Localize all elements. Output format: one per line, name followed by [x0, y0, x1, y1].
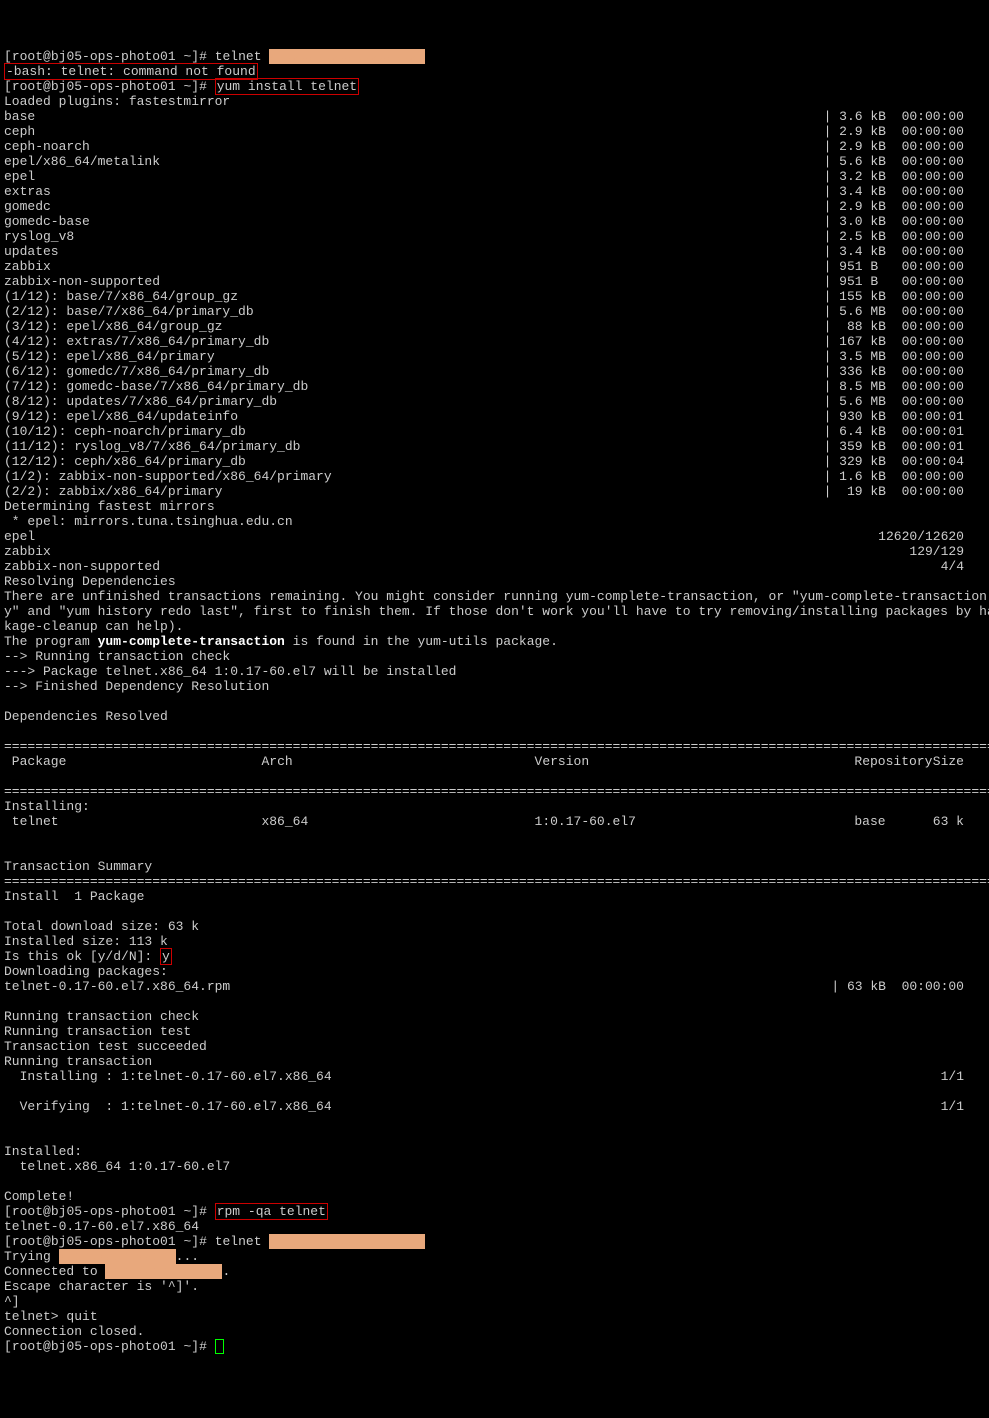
resolving: Resolving Dependencies	[4, 574, 176, 589]
redacted-host: xxxxxxxxxxxxxxxxxxxx	[269, 49, 425, 64]
pkg-line: ---> Package telnet.x86_64 1:0.17-60.el7…	[4, 664, 456, 679]
installing-row: Installing : 1:telnet-0.17-60.el7.x86_64…	[4, 1069, 964, 1084]
table-header: Package Arch Version RepositorySize	[4, 754, 964, 769]
installing-hdr: Installing:	[4, 799, 90, 814]
tx-summary: Transaction Summary	[4, 859, 152, 874]
repo-row: (11/12): ryslog_v8/7/x86_64/primary_db| …	[4, 439, 964, 454]
prompt: [root@bj05-ops-photo01 ~]#	[4, 1339, 215, 1354]
finished-dep: --> Finished Dependency Resolution	[4, 679, 269, 694]
repo-row: zabbix-non-supported| 951 B 00:00:00	[4, 274, 964, 289]
repo-row: (1/2): zabbix-non-supported/x86_64/prima…	[4, 469, 964, 484]
repo-row: (12/12): ceph/x86_64/primary_db| 329 kB …	[4, 454, 964, 469]
repo-row: (5/12): epel/x86_64/primary| 3.5 MB 00:0…	[4, 349, 964, 364]
repo-row: (7/12): gomedc-base/7/x86_64/primary_db|…	[4, 379, 964, 394]
installed-size: Installed size: 113 k	[4, 934, 168, 949]
total-dl: Total download size: 63 k	[4, 919, 199, 934]
repo-row: base| 3.6 kB 00:00:00	[4, 109, 964, 124]
rpm-out: telnet-0.17-60.el7.x86_64	[4, 1219, 199, 1234]
prompt: [root@bj05-ops-photo01 ~]#	[4, 1204, 215, 1219]
count-row: zabbix-non-supported4/4	[4, 559, 964, 574]
dep-resolved: Dependencies Resolved	[4, 709, 168, 724]
test-succ: Transaction test succeeded	[4, 1039, 207, 1054]
telnet-prompt: telnet>	[4, 1309, 66, 1324]
separator: ========================================…	[4, 874, 989, 889]
run-tx: Running transaction	[4, 1054, 152, 1069]
connected: Connected to	[4, 1264, 105, 1279]
cmd-telnet-1: telnet	[215, 49, 262, 64]
unfinished-tx: There are unfinished transactions remain…	[4, 589, 989, 634]
prompt: [root@bj05-ops-photo01 ~]#	[4, 79, 215, 94]
trying: Trying	[4, 1249, 59, 1264]
repo-row: updates| 3.4 kB 00:00:00	[4, 244, 964, 259]
escape: Escape character is '^]'.	[4, 1279, 199, 1294]
repo-row: ryslog_v8| 2.5 kB 00:00:00	[4, 229, 964, 244]
repo-row: ceph| 2.9 kB 00:00:00	[4, 124, 964, 139]
repo-row: epel/x86_64/metalink| 5.6 kB 00:00:00	[4, 154, 964, 169]
separator: ========================================…	[4, 784, 989, 799]
redacted-host: xxxxxxxxxxxxxxx	[105, 1264, 222, 1279]
program-line: The program yum-complete-transaction is …	[4, 634, 558, 649]
run-check: Running transaction check	[4, 1009, 199, 1024]
repo-row: (6/12): gomedc/7/x86_64/primary_db| 336 …	[4, 364, 964, 379]
repo-row: (8/12): updates/7/x86_64/primary_db| 5.6…	[4, 394, 964, 409]
repo-row: (2/12): base/7/x86_64/primary_db| 5.6 MB…	[4, 304, 964, 319]
complete: Complete!	[4, 1189, 74, 1204]
redacted-host: xxxxxxxxxxxxxxxxxxxx	[269, 1234, 425, 1249]
quit-cmd: quit	[66, 1309, 97, 1324]
repo-row: (1/12): base/7/x86_64/group_gz| 155 kB 0…	[4, 289, 964, 304]
repo-row: (10/12): ceph-noarch/primary_db| 6.4 kB …	[4, 424, 964, 439]
is-ok-prompt: Is this ok [y/d/N]:	[4, 949, 160, 964]
repo-row: (9/12): epel/x86_64/updateinfo| 930 kB 0…	[4, 409, 964, 424]
repo-row: (2/2): zabbix/x86_64/primary| 19 kB 00:0…	[4, 484, 964, 499]
yum-install-box: yum install telnet	[215, 78, 359, 95]
repo-row: ceph-noarch| 2.9 kB 00:00:00	[4, 139, 964, 154]
repo-row: (3/12): epel/x86_64/group_gz| 88 kB 00:0…	[4, 319, 964, 334]
count-row: zabbix129/129	[4, 544, 964, 559]
cmd-telnet-2: telnet	[215, 1234, 262, 1249]
count-row: epel12620/12620	[4, 529, 964, 544]
prompt: [root@bj05-ops-photo01 ~]#	[4, 1234, 215, 1249]
dl-pkgs: Downloading packages:	[4, 964, 168, 979]
repo-row: zabbix| 951 B 00:00:00	[4, 259, 964, 274]
determining: Determining fastest mirrors	[4, 499, 215, 514]
table-row: telnet x86_64 1:0.17-60.el7 base63 k	[4, 814, 964, 829]
ctrl-bracket: ^]	[4, 1294, 20, 1309]
repo-row: gomedc| 2.9 kB 00:00:00	[4, 199, 964, 214]
repo-row: (4/12): extras/7/x86_64/primary_db| 167 …	[4, 334, 964, 349]
repo-row: epel| 3.2 kB 00:00:00	[4, 169, 964, 184]
run-test: Running transaction test	[4, 1024, 191, 1039]
installed-pkg: telnet.x86_64 1:0.17-60.el7	[4, 1159, 230, 1174]
redacted-ip: xxxxxxxxxxxxxxx	[59, 1249, 176, 1264]
terminal[interactable]: [root@bj05-ops-photo01 ~]# telnet xxxxxx…	[4, 49, 985, 1354]
rpm-row: telnet-0.17-60.el7.x86_64.rpm| 63 kB 00:…	[4, 979, 964, 994]
closed: Connection closed.	[4, 1324, 144, 1339]
separator: ========================================…	[4, 739, 989, 754]
repo-row: gomedc-base| 3.0 kB 00:00:00	[4, 214, 964, 229]
running-check: --> Running transaction check	[4, 649, 230, 664]
rpm-qa-box: rpm -qa telnet	[215, 1203, 328, 1220]
install-count: Install 1 Package	[4, 889, 144, 904]
installed-hdr: Installed:	[4, 1144, 82, 1159]
verifying-row: Verifying : 1:telnet-0.17-60.el7.x86_641…	[4, 1099, 964, 1114]
loaded-plugins: Loaded plugins: fastestmirror	[4, 94, 230, 109]
y-answer-box: y	[160, 948, 172, 965]
cursor[interactable]	[215, 1339, 224, 1354]
mirror: * epel: mirrors.tuna.tsinghua.edu.cn	[4, 514, 293, 529]
repo-row: extras| 3.4 kB 00:00:00	[4, 184, 964, 199]
prompt: [root@bj05-ops-photo01 ~]#	[4, 49, 215, 64]
